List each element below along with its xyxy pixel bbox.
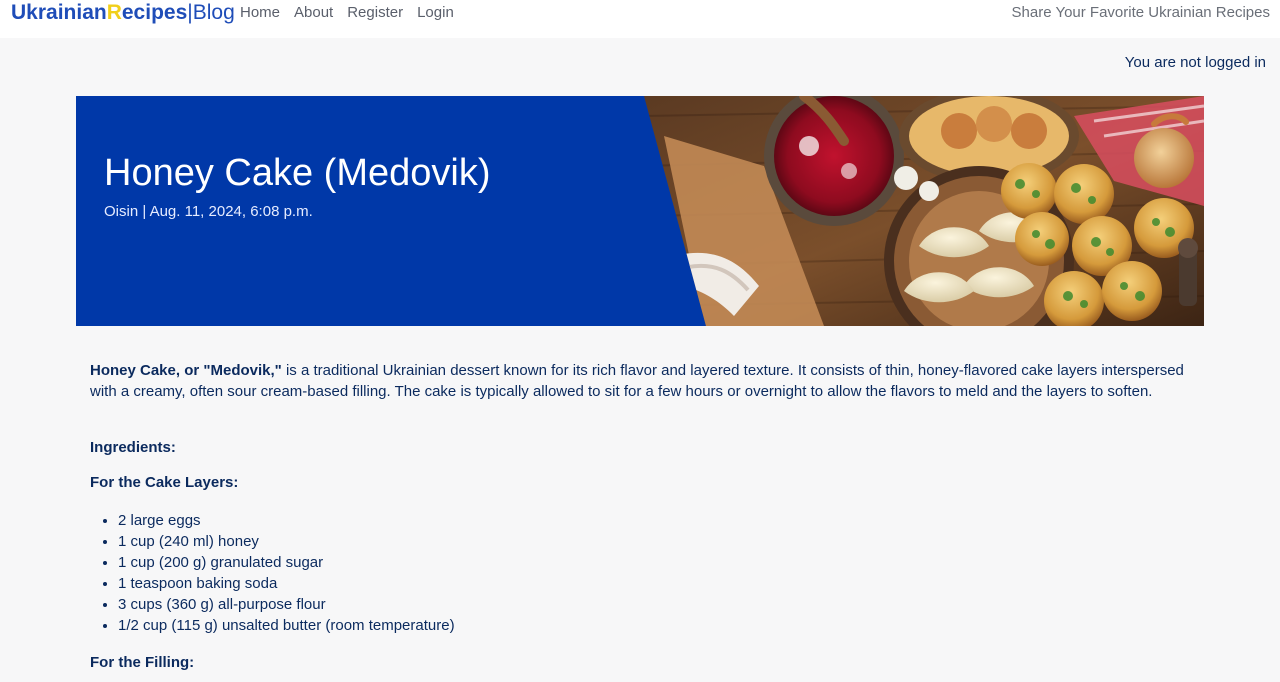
ingredient-item: 1/2 cup (115 g) unsalted butter (room te… <box>118 615 1190 636</box>
ingredient-item: 3 cups (360 g) all-purpose flour <box>118 594 1190 615</box>
hero-food-photo <box>644 96 1204 326</box>
ingredient-item: 1 cup (200 g) granulated sugar <box>118 552 1190 573</box>
nav-about[interactable]: About <box>294 5 333 21</box>
top-navbar: UkrainianRecipes|Blog Home About Registe… <box>0 0 1280 38</box>
site-tagline: Share Your Favorite Ukrainian Recipes <box>1011 4 1270 21</box>
cake-layers-list: 2 large eggs 1 cup (240 ml) honey 1 cup … <box>90 510 1190 636</box>
main-nav: Home About Register Login <box>240 5 454 21</box>
brand-part-ecipes: ecipes <box>121 1 188 24</box>
ingredient-item: 2 large eggs <box>118 510 1190 531</box>
login-status: You are not logged in <box>1124 54 1266 71</box>
recipe-hero: Honey Cake (Medovik) Oisin | Aug. 11, 20… <box>76 96 1204 326</box>
recipe-intro: Honey Cake, or "Medovik," is a tradition… <box>90 360 1190 402</box>
ingredient-item: 1 teaspoon baking soda <box>118 573 1190 594</box>
brand-part-blog: Blog <box>192 1 235 24</box>
recipe-content: Honey Cake, or "Medovik," is a tradition… <box>90 360 1190 671</box>
nav-home[interactable]: Home <box>240 5 280 21</box>
brand-logo[interactable]: UkrainianRecipes|Blog <box>11 1 235 27</box>
recipe-title: Honey Cake (Medovik) <box>104 152 491 194</box>
cake-layers-heading: For the Cake Layers: <box>90 474 239 491</box>
intro-bold: Honey Cake, or "Medovik," <box>90 362 282 379</box>
brand-part-ukrainian: Ukrainian <box>11 1 107 24</box>
ingredients-heading: Ingredients: <box>90 439 176 456</box>
nav-register[interactable]: Register <box>347 5 403 21</box>
nav-login[interactable]: Login <box>417 5 454 21</box>
brand-part-r: R <box>106 1 122 24</box>
recipe-meta: Oisin | Aug. 11, 2024, 6:08 p.m. <box>104 203 313 220</box>
filling-heading: For the Filling: <box>90 654 195 671</box>
ingredient-item: 1 cup (240 ml) honey <box>118 531 1190 552</box>
